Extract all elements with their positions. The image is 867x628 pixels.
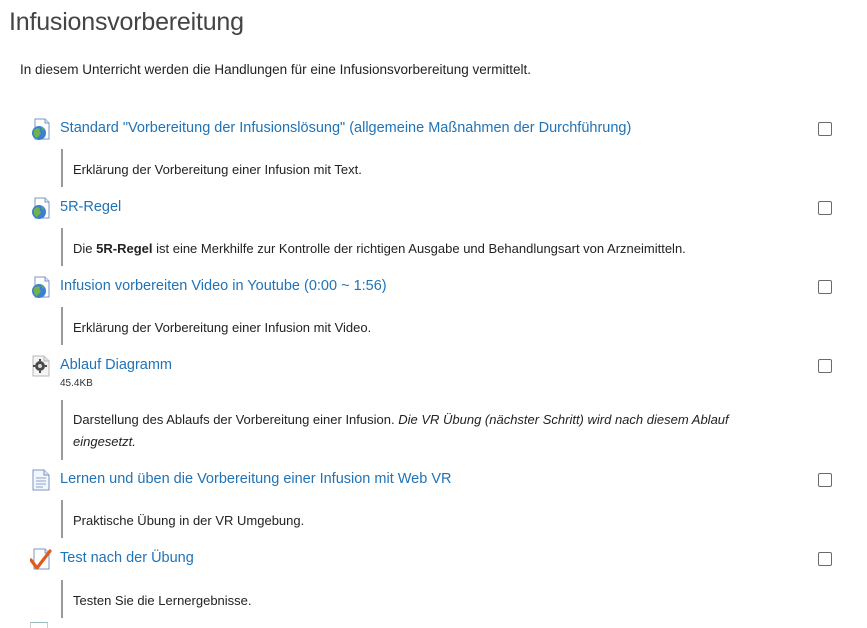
completion-checkbox[interactable]: [818, 473, 832, 487]
completion-checkbox[interactable]: [818, 359, 832, 373]
activity-link-web-vr[interactable]: Lernen und üben die Vorbereitung einer I…: [60, 471, 452, 487]
activity-description: Erklärung der Vorbereitung einer Infusio…: [61, 307, 791, 345]
completion-checkbox[interactable]: [818, 201, 832, 215]
completion-checkbox[interactable]: [818, 280, 832, 294]
url-globe-icon: [30, 118, 52, 140]
activity-link-test[interactable]: Test nach der Übung: [60, 550, 194, 566]
activity-link-standard[interactable]: Standard "Vorbereitung der Infusionslösu…: [60, 120, 631, 136]
url-globe-icon: [30, 276, 52, 298]
activity-link-video[interactable]: Infusion vorbereiten Video in Youtube (0…: [60, 278, 387, 294]
activity-description: Praktische Übung in der VR Umgebung.: [61, 500, 791, 538]
page-title: Infusionsvorbereitung: [9, 8, 244, 36]
url-globe-icon: [30, 197, 52, 219]
completion-checkbox[interactable]: [818, 122, 832, 136]
activity-description: Die 5R-Regel ist eine Merkhilfe zur Kont…: [61, 228, 791, 266]
next-activity-icon-clipped: [30, 622, 48, 628]
bold-term: 5R-Regel: [96, 241, 153, 256]
page-icon: [30, 469, 52, 491]
activity-description: Erklärung der Vorbereitung einer Infusio…: [61, 149, 791, 187]
file-icon: [30, 355, 52, 377]
page-intro: In diesem Unterricht werden die Handlung…: [20, 62, 532, 77]
activity-link-ablauf-diagramm[interactable]: Ablauf Diagramm: [60, 357, 172, 373]
completion-checkbox[interactable]: [818, 552, 832, 566]
quiz-check-icon: [29, 548, 52, 570]
file-size: 45.4KB: [60, 378, 93, 389]
activity-description: Darstellung des Ablaufs der Vorbereitung…: [61, 400, 781, 460]
activity-description: Testen Sie die Lernergebnisse.: [61, 580, 791, 618]
activity-link-5r-regel[interactable]: 5R-Regel: [60, 199, 121, 215]
